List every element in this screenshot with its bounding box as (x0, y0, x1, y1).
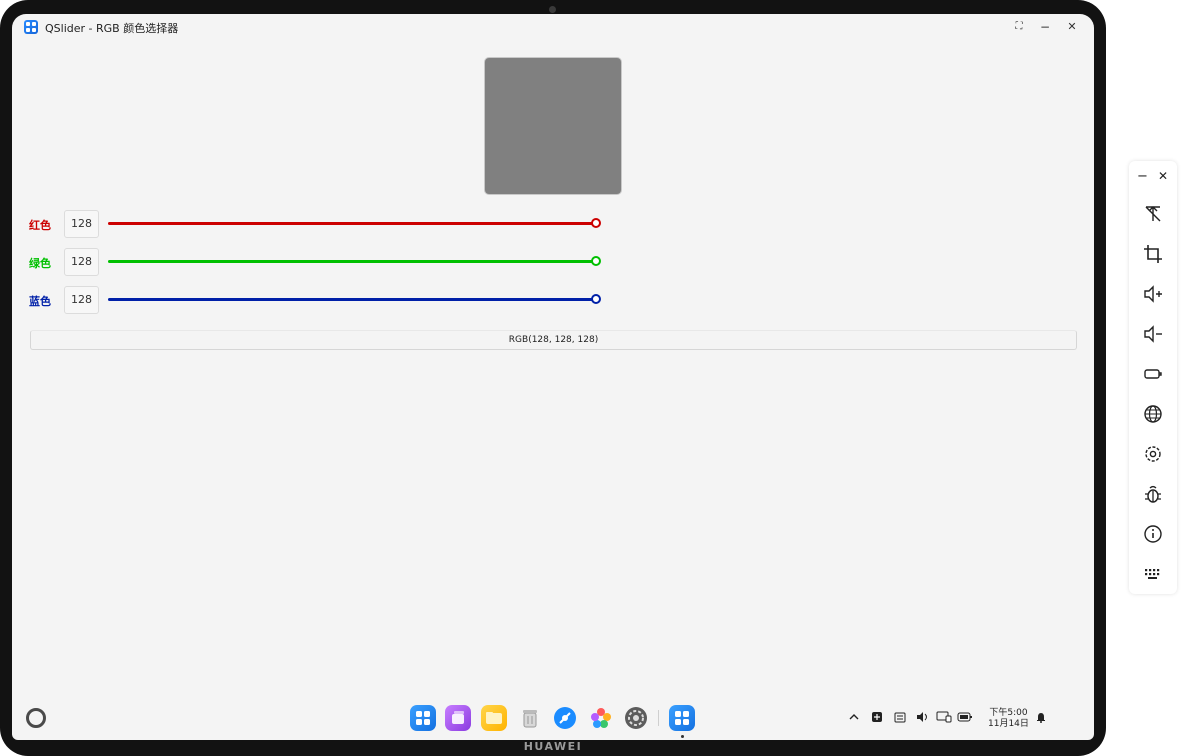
settings-icon[interactable] (623, 705, 649, 731)
power-icon[interactable] (1141, 362, 1165, 386)
display-icon[interactable] (936, 711, 952, 726)
screen: QSlider - RGB 颜色选择器 ⛶ − ✕ 红色 128 绿色 128 … (12, 14, 1094, 740)
browser-icon[interactable] (552, 705, 578, 731)
volume-down-icon[interactable] (1141, 322, 1165, 346)
red-value-input[interactable]: 128 (64, 210, 99, 238)
color-preview (484, 57, 622, 195)
window-title: QSlider - RGB 颜色选择器 (45, 22, 179, 35)
keyboard-icon[interactable] (1141, 562, 1165, 586)
green-value-input[interactable]: 128 (64, 248, 99, 276)
app-center-icon[interactable] (410, 705, 436, 731)
restore-button[interactable]: ⛶ (1010, 18, 1028, 36)
qslider-app-icon[interactable] (669, 705, 695, 731)
clipboard-icon[interactable] (892, 711, 908, 726)
minimize-button[interactable]: − (1036, 18, 1054, 36)
red-label: 红色 (29, 219, 51, 232)
globe-icon[interactable] (1141, 402, 1165, 426)
battery-icon (957, 711, 973, 726)
rgb-output-label: RGB(128, 128, 128) (30, 330, 1077, 350)
toolbar-minimize-button[interactable]: − (1137, 169, 1148, 184)
brand-label: HUAWEI (523, 740, 583, 753)
blue-slider-handle[interactable] (591, 294, 601, 304)
blue-slider-track[interactable] (108, 298, 596, 301)
blue-label: 蓝色 (29, 295, 51, 308)
title-bar: QSlider - RGB 颜色选择器 ⛶ − ✕ (12, 14, 1094, 42)
trash-icon[interactable] (517, 705, 543, 731)
bug-icon[interactable] (1141, 482, 1165, 506)
blue-value-input[interactable]: 128 (64, 286, 99, 314)
chevron-up-icon[interactable] (846, 711, 862, 726)
gear-icon[interactable] (1141, 442, 1165, 466)
red-slider-track[interactable] (108, 222, 596, 225)
green-slider-handle[interactable] (591, 256, 601, 266)
clock-time: 下午5:00 (989, 708, 1028, 718)
clock-date: 11月14日 (988, 719, 1029, 729)
files-icon[interactable] (481, 705, 507, 731)
toolbar-close-button[interactable]: ✕ (1158, 169, 1168, 183)
green-label: 绿色 (29, 257, 51, 270)
red-slider-row: 红色 128 (12, 210, 1094, 238)
info-icon[interactable] (1141, 522, 1165, 546)
photos-icon[interactable] (588, 705, 614, 731)
green-slider-track[interactable] (108, 260, 596, 263)
side-toolbar: − ✕ (1129, 161, 1177, 594)
crop-icon[interactable] (1141, 242, 1165, 266)
notification-bell-icon[interactable] (1033, 711, 1049, 726)
multitask-icon[interactable] (445, 705, 471, 731)
blue-slider-row: 蓝色 128 (12, 286, 1094, 314)
input-icon[interactable] (869, 711, 885, 726)
red-slider-handle[interactable] (591, 218, 601, 228)
green-slider-row: 绿色 128 (12, 248, 1094, 276)
close-button[interactable]: ✕ (1063, 18, 1081, 36)
volume-icon[interactable] (915, 711, 931, 726)
clock[interactable]: 下午5:00 11月14日 (988, 708, 1029, 730)
camera (549, 6, 556, 13)
launcher-button[interactable] (26, 708, 46, 728)
running-indicator (681, 735, 684, 738)
device-frame: QSlider - RGB 颜色选择器 ⛶ − ✕ 红色 128 绿色 128 … (0, 0, 1106, 756)
pin-off-icon[interactable] (1141, 202, 1165, 226)
volume-up-icon[interactable] (1141, 282, 1165, 306)
app-icon (24, 20, 38, 34)
dock-separator (658, 710, 659, 726)
